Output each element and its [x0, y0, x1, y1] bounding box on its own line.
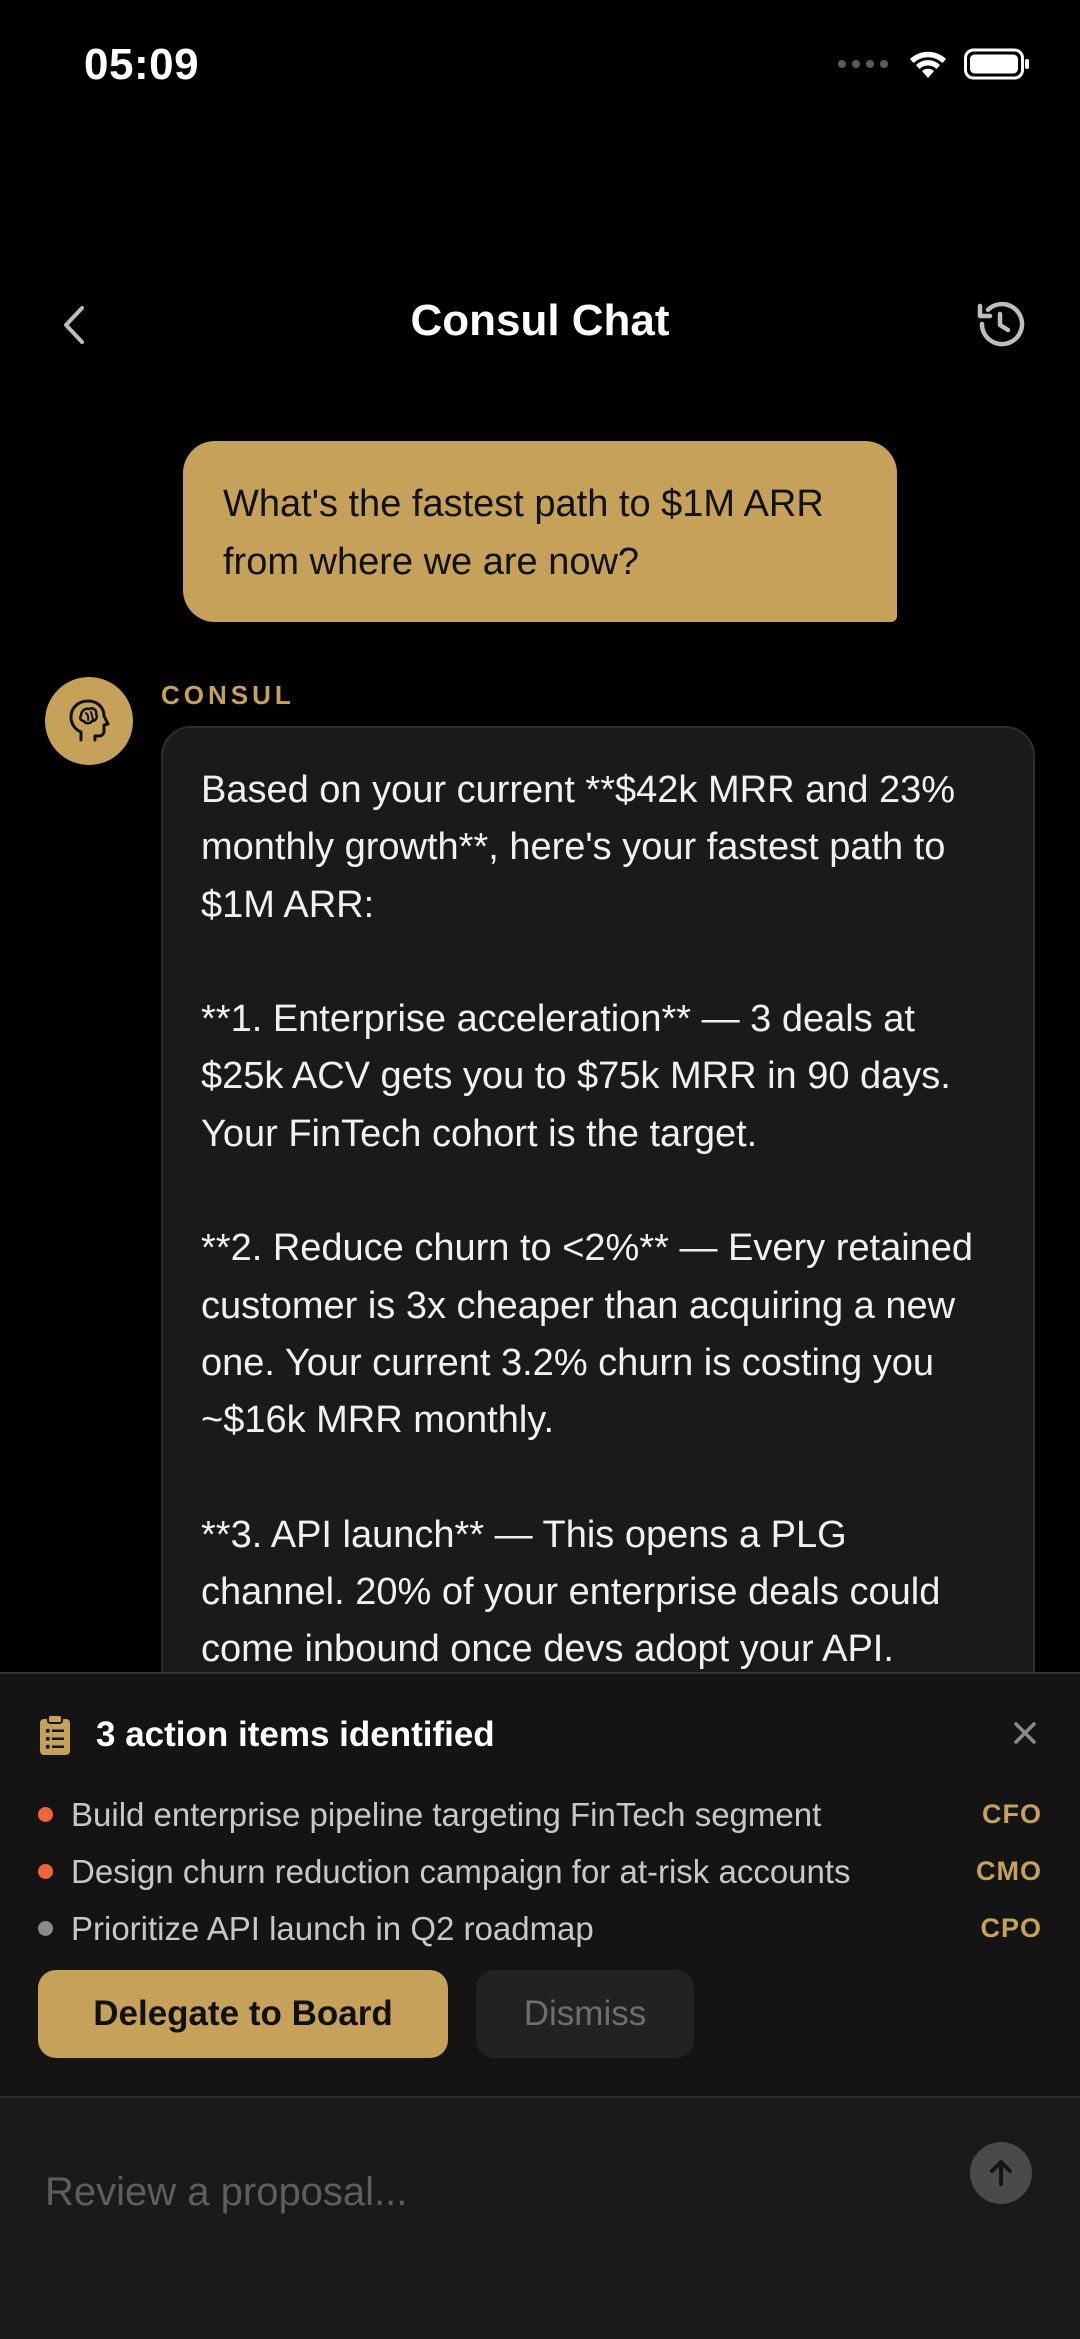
delegate-to-board-button[interactable]: Delegate to Board: [38, 1970, 448, 2058]
action-item-text: Design churn reduction campaign for at-r…: [71, 1852, 851, 1890]
brain-head-icon: [69, 699, 110, 742]
action-item-role: CPO: [980, 1913, 1042, 1943]
history-button[interactable]: [970, 294, 1030, 354]
action-item-role: CMO: [976, 1856, 1042, 1886]
page-title: Consul Chat: [410, 296, 670, 345]
action-item-role: CFO: [982, 1799, 1042, 1829]
priority-dot: [38, 1921, 53, 1936]
priority-dot: [38, 1807, 53, 1822]
battery-icon: [964, 48, 1029, 80]
arrow-up-icon: [990, 2160, 1012, 2186]
status-time: 05:09: [84, 40, 200, 89]
action-item: Design churn reduction campaign for at-r…: [38, 1843, 1042, 1900]
action-items-list: Build enterprise pipeline targeting FinT…: [38, 1786, 1042, 1957]
nav-bar: Consul Chat: [0, 280, 1080, 370]
assistant-name: CONSUL: [161, 680, 295, 710]
user-message-bubble: What's the fastest path to $1M ARR from …: [183, 441, 897, 622]
message-composer: Review a proposal...: [0, 2096, 1080, 2339]
wifi-icon: [910, 51, 946, 78]
message-input[interactable]: Review a proposal...: [45, 2170, 407, 2215]
assistant-avatar: [45, 677, 133, 765]
action-item: Build enterprise pipeline targeting FinT…: [38, 1786, 1042, 1843]
send-button[interactable]: [970, 2142, 1032, 2204]
action-item-text: Build enterprise pipeline targeting FinT…: [71, 1795, 822, 1833]
history-icon: [977, 301, 1025, 347]
assistant-message-bubble: Based on your current **$42k MRR and 23%…: [161, 726, 1035, 1706]
dismiss-button[interactable]: Dismiss: [476, 1970, 694, 2058]
priority-dot: [38, 1864, 53, 1879]
action-items-title: 3 action items identified: [96, 1715, 495, 1754]
cellular-signal-icon: [838, 60, 888, 68]
close-icon: [1014, 1722, 1036, 1744]
status-bar: 05:09: [0, 0, 1080, 140]
action-items-header: 3 action items identified: [38, 1714, 495, 1756]
action-items-panel: 3 action items identified Build enterpri…: [0, 1672, 1080, 2098]
close-panel-button[interactable]: [1008, 1716, 1042, 1750]
action-item-text: Prioritize API launch in Q2 roadmap: [71, 1909, 594, 1947]
status-icons: [838, 48, 1030, 80]
action-item: Prioritize API launch in Q2 roadmap CPO: [38, 1900, 1042, 1957]
clipboard-icon: [40, 1714, 70, 1755]
